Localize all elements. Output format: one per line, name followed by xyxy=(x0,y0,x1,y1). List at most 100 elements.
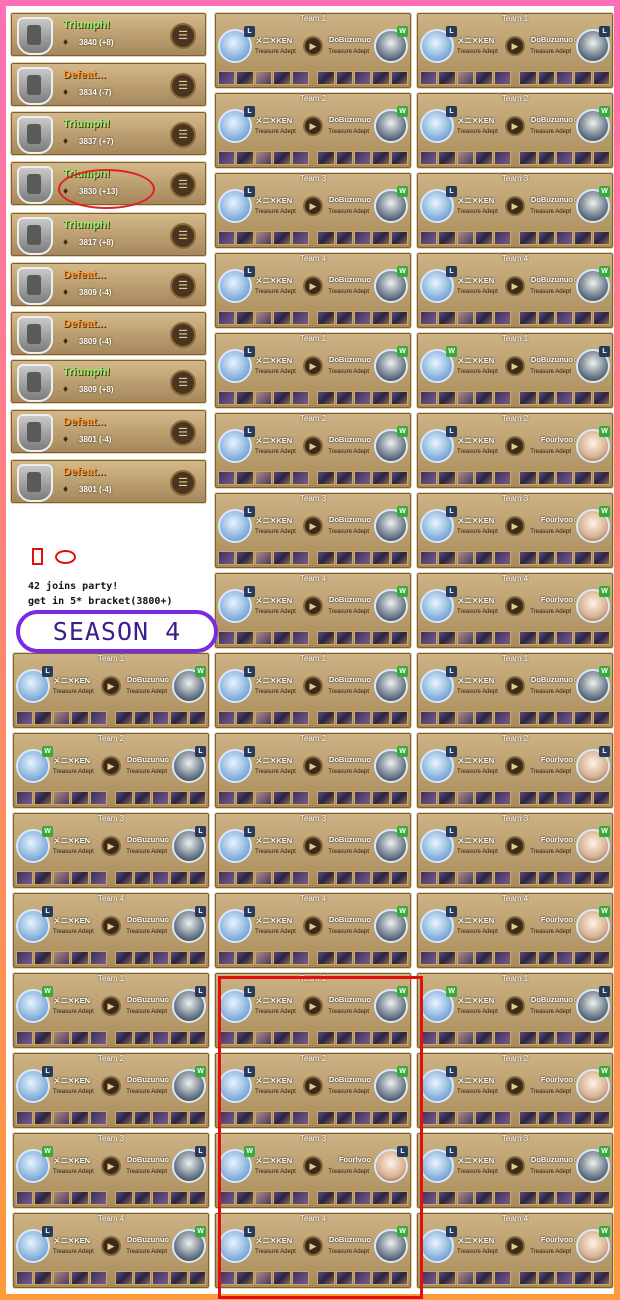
replay-button[interactable]: ▶ xyxy=(505,916,525,936)
replay-button[interactable]: ▶ xyxy=(101,916,121,936)
battle-log-panel[interactable]: Team 4 L メニ✕KEN Treasure Adept ▶ DoBuzun… xyxy=(416,252,614,329)
replay-button[interactable]: ▶ xyxy=(101,836,121,856)
battle-log-panel[interactable]: Team 4 L メニ✕KEN Treasure Adept ▶ Fourlvo… xyxy=(416,1212,614,1289)
replay-button[interactable]: ▶ xyxy=(303,276,323,296)
battle-log-panel[interactable]: Team 2 L メニ✕KEN Treasure Adept ▶ DoBuzun… xyxy=(214,732,412,809)
unit-icon xyxy=(438,1031,456,1045)
unit-icon xyxy=(456,1111,475,1125)
replay-button[interactable]: ▶ xyxy=(303,436,323,456)
battle-log-panel[interactable]: Team 4 L メニ✕KEN Treasure Adept ▶ Fourlvo… xyxy=(416,892,614,969)
replay-button[interactable]: ▶ xyxy=(505,1076,525,1096)
battle-log-panel[interactable]: Team 4 L メニ✕KEN Treasure Adept ▶ DoBuzun… xyxy=(12,892,210,969)
battle-log-panel[interactable]: Team 1 L メニ✕KEN Treasure Adept ▶ DoBuzun… xyxy=(214,652,412,729)
battle-log-panel[interactable]: Team 4 L メニ✕KEN Treasure Adept ▶ DoBuzun… xyxy=(214,892,412,969)
replay-button[interactable]: ▶ xyxy=(101,676,121,696)
battle-log-panel[interactable]: Team 4 L メニ✕KEN Treasure Adept ▶ Fourlvo… xyxy=(416,572,614,649)
match-record[interactable]: Defeat... ♦ 3809 (-4) ☰ xyxy=(10,262,207,307)
replay-button[interactable]: ▶ xyxy=(303,916,323,936)
stats-button[interactable]: ☰ xyxy=(170,172,196,198)
replay-button[interactable]: ▶ xyxy=(303,676,323,696)
replay-button[interactable]: ▶ xyxy=(505,836,525,856)
battle-log-panel[interactable]: Team 1 W メニ✕KEN Treasure Adept ▶ DoBuzun… xyxy=(416,972,614,1049)
battle-log-panel[interactable]: Team 3 L メニ✕KEN Treasure Adept ▶ DoBuzun… xyxy=(416,1132,614,1209)
battle-log-panel[interactable]: Team 3 W メニ✕KEN Treasure Adept ▶ DoBuzun… xyxy=(12,1132,210,1209)
replay-button[interactable]: ▶ xyxy=(505,596,525,616)
replay-button[interactable]: ▶ xyxy=(505,356,525,376)
stats-button[interactable]: ☰ xyxy=(170,370,196,396)
match-record[interactable]: Triumph! ♦ 3809 (+8) ☰ xyxy=(10,359,207,404)
replay-button[interactable]: ▶ xyxy=(101,996,121,1016)
match-record[interactable]: Defeat... ♦ 3834 (-7) ☰ xyxy=(10,62,207,107)
battle-log-panel[interactable]: Team 1 L メニ✕KEN Treasure Adept ▶ DoBuzun… xyxy=(416,12,614,89)
unit-icon xyxy=(519,231,537,245)
match-record[interactable]: Triumph! ♦ 3840 (+8) ☰ xyxy=(10,12,207,57)
replay-button[interactable]: ▶ xyxy=(101,1236,121,1256)
battle-log-panel[interactable]: Team 4 L メニ✕KEN Treasure Adept ▶ DoBuzun… xyxy=(214,252,412,329)
unit-icon xyxy=(420,311,438,325)
battle-log-panel[interactable]: Team 3 L メニ✕KEN Treasure Adept ▶ Fourlvo… xyxy=(416,812,614,889)
unit-icon xyxy=(16,1031,34,1045)
stats-button[interactable]: ☰ xyxy=(170,23,196,49)
stats-button[interactable]: ☰ xyxy=(170,223,196,249)
battle-log-panel[interactable]: Team 3 L メニ✕KEN Treasure Adept ▶ DoBuzun… xyxy=(214,172,412,249)
battle-log-panel[interactable]: Team 1 L メニ✕KEN Treasure Adept ▶ DoBuzun… xyxy=(416,652,614,729)
replay-button[interactable]: ▶ xyxy=(303,756,323,776)
replay-button[interactable]: ▶ xyxy=(303,356,323,376)
battle-log-panel[interactable]: Team 3 L メニ✕KEN Treasure Adept ▶ DoBuzun… xyxy=(214,492,412,569)
replay-button[interactable]: ▶ xyxy=(303,596,323,616)
replay-button[interactable]: ▶ xyxy=(505,516,525,536)
battle-log-panel[interactable]: Team 2 L メニ✕KEN Treasure Adept ▶ DoBuzun… xyxy=(214,92,412,169)
replay-button[interactable]: ▶ xyxy=(505,1156,525,1176)
battle-log-panel[interactable]: Team 2 W メニ✕KEN Treasure Adept ▶ DoBuzun… xyxy=(12,732,210,809)
replay-button[interactable]: ▶ xyxy=(303,196,323,216)
battle-log-panel[interactable]: Team 1 L メニ✕KEN Treasure Adept ▶ DoBuzun… xyxy=(214,12,412,89)
battle-log-panel[interactable]: Team 4 L メニ✕KEN Treasure Adept ▶ DoBuzun… xyxy=(214,572,412,649)
battle-log-panel[interactable]: Team 2 L メニ✕KEN Treasure Adept ▶ DoBuzun… xyxy=(214,412,412,489)
stats-button[interactable]: ☰ xyxy=(170,273,196,299)
battle-log-panel[interactable]: Team 2 L メニ✕KEN Treasure Adept ▶ Fourlvo… xyxy=(416,412,614,489)
replay-button[interactable]: ▶ xyxy=(101,756,121,776)
match-record[interactable]: Defeat... ♦ 3809 (-4) ☰ xyxy=(10,311,207,356)
replay-button[interactable]: ▶ xyxy=(505,36,525,56)
replay-button[interactable]: ▶ xyxy=(101,1076,121,1096)
replay-button[interactable]: ▶ xyxy=(505,436,525,456)
battle-log-panel[interactable]: Team 1 W メニ✕KEN Treasure Adept ▶ DoBuzun… xyxy=(416,332,614,409)
replay-button[interactable]: ▶ xyxy=(505,676,525,696)
replay-button[interactable]: ▶ xyxy=(505,756,525,776)
battle-log-panel[interactable]: Team 4 L メニ✕KEN Treasure Adept ▶ DoBuzun… xyxy=(12,1212,210,1289)
replay-button[interactable]: ▶ xyxy=(303,36,323,56)
match-record[interactable]: Defeat... ♦ 3801 (-4) ☰ xyxy=(10,409,207,454)
battle-log-panel[interactable]: Team 3 L メニ✕KEN Treasure Adept ▶ Fourlvo… xyxy=(416,492,614,569)
replay-button[interactable]: ▶ xyxy=(505,996,525,1016)
battle-log-panel[interactable]: Team 3 W メニ✕KEN Treasure Adept ▶ DoBuzun… xyxy=(12,812,210,889)
battle-log-panel[interactable]: Team 1 L メニ✕KEN Treasure Adept ▶ DoBuzun… xyxy=(12,652,210,729)
replay-button[interactable]: ▶ xyxy=(303,516,323,536)
battle-log-panel[interactable]: Team 2 L メニ✕KEN Treasure Adept ▶ Fourlvo… xyxy=(416,732,614,809)
stats-button[interactable]: ☰ xyxy=(170,73,196,99)
battle-log-panel[interactable]: Team 1 L メニ✕KEN Treasure Adept ▶ DoBuzun… xyxy=(214,332,412,409)
replay-button[interactable]: ▶ xyxy=(505,116,525,136)
battle-log-panel[interactable]: Team 1 W メニ✕KEN Treasure Adept ▶ DoBuzun… xyxy=(12,972,210,1049)
battle-log-panel[interactable]: Team 3 L メニ✕KEN Treasure Adept ▶ DoBuzun… xyxy=(214,812,412,889)
unit-icon xyxy=(555,71,574,85)
stats-button[interactable]: ☰ xyxy=(170,322,196,348)
stats-button[interactable]: ☰ xyxy=(170,122,196,148)
replay-button[interactable]: ▶ xyxy=(505,276,525,296)
replay-button[interactable]: ▶ xyxy=(505,1236,525,1256)
replay-button[interactable]: ▶ xyxy=(303,836,323,856)
stats-button[interactable]: ☰ xyxy=(170,470,196,496)
battle-log-panel[interactable]: Team 2 L メニ✕KEN Treasure Adept ▶ DoBuzun… xyxy=(12,1052,210,1129)
replay-button[interactable]: ▶ xyxy=(101,1156,121,1176)
battle-log-panel[interactable]: Team 2 L メニ✕KEN Treasure Adept ▶ DoBuzun… xyxy=(416,92,614,169)
unit-icon xyxy=(493,231,511,245)
unit-icon xyxy=(254,951,273,965)
battle-log-panel[interactable]: Team 3 L メニ✕KEN Treasure Adept ▶ DoBuzun… xyxy=(416,172,614,249)
unit-gap xyxy=(108,951,114,965)
replay-button[interactable]: ▶ xyxy=(505,196,525,216)
battle-log-panel[interactable]: Team 2 L メニ✕KEN Treasure Adept ▶ Fourlvo… xyxy=(416,1052,614,1129)
match-record[interactable]: Defeat... ♦ 3801 (-4) ☰ xyxy=(10,459,207,504)
stats-button[interactable]: ☰ xyxy=(170,420,196,446)
match-record[interactable]: Triumph! ♦ 3817 (+8) ☰ xyxy=(10,212,207,257)
replay-button[interactable]: ▶ xyxy=(303,116,323,136)
match-record[interactable]: Triumph! ♦ 3837 (+7) ☰ xyxy=(10,111,207,156)
